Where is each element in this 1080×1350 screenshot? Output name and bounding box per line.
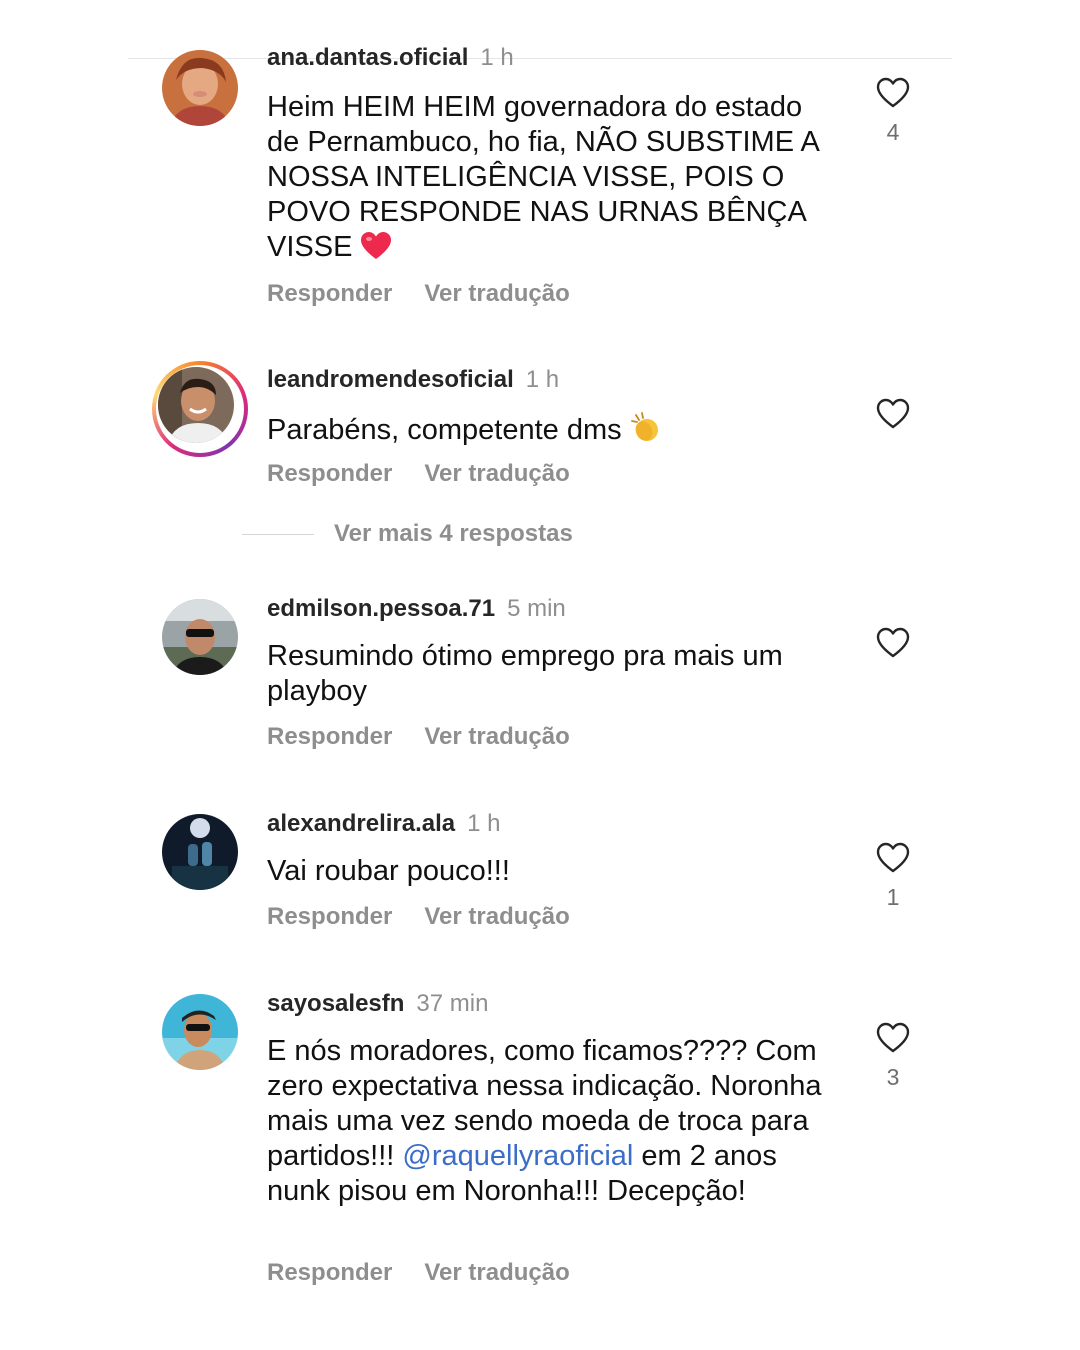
like-count: 1	[886, 884, 900, 910]
username[interactable]: sayosalesfn	[267, 990, 404, 1017]
replies-divider-line	[242, 534, 314, 535]
timestamp: 1 h	[480, 44, 514, 71]
avatar[interactable]	[162, 994, 238, 1070]
translate-button[interactable]: Ver tradução	[424, 280, 569, 307]
comment-actions: Responder Ver tradução	[267, 903, 602, 931]
comment-body: Heim HEIM HEIM governadora do estado de …	[267, 91, 819, 263]
timestamp: 1 h	[467, 810, 501, 837]
comment-actions: Responder Ver tradução	[267, 280, 602, 308]
avatar[interactable]	[162, 50, 238, 126]
comment-text: E nós moradores, como ficamos???? Com ze…	[267, 1034, 837, 1209]
comment-meta: alexandrelira.ala 1 h	[267, 810, 501, 838]
username[interactable]: leandromendesoficial	[267, 366, 514, 393]
timestamp: 37 min	[416, 990, 489, 1017]
heart-outline-icon[interactable]	[876, 842, 910, 874]
timestamp: 5 min	[507, 595, 566, 622]
comment-body: Parabéns, competente dms	[267, 414, 622, 446]
avatar-story-ring[interactable]	[152, 361, 248, 457]
reply-button[interactable]: Responder	[267, 723, 392, 750]
heart-outline-icon[interactable]	[876, 77, 910, 109]
heart-outline-icon[interactable]	[876, 1022, 910, 1054]
avatar	[158, 367, 234, 443]
heart-outline-icon[interactable]	[876, 627, 910, 659]
comment-actions: Responder Ver tradução	[267, 460, 602, 488]
timestamp: 1 h	[525, 366, 560, 393]
username[interactable]: edmilson.pessoa.71	[267, 595, 495, 622]
like-control: 3	[873, 1022, 913, 1091]
reply-button[interactable]: Responder	[267, 460, 392, 487]
like-count: 3	[886, 1064, 900, 1090]
comment-actions: Responder Ver tradução	[267, 1259, 602, 1287]
avatar[interactable]	[162, 599, 238, 675]
comment-text: Parabéns, competente dms	[267, 411, 837, 452]
clapping-hands-emoji	[630, 411, 662, 452]
reply-button[interactable]: Responder	[267, 280, 392, 307]
reply-button[interactable]: Responder	[267, 1259, 392, 1286]
comment-meta: ana.dantas.oficial 1 h	[267, 44, 514, 72]
heart-outline-icon[interactable]	[876, 398, 910, 430]
translate-button[interactable]: Ver tradução	[424, 903, 569, 930]
mention-link[interactable]: @raquellyraoficial	[402, 1140, 633, 1172]
translate-button[interactable]: Ver tradução	[424, 460, 569, 487]
reply-button[interactable]: Responder	[267, 903, 392, 930]
translate-button[interactable]: Ver tradução	[424, 723, 569, 750]
username[interactable]: alexandrelira.ala	[267, 810, 455, 837]
username[interactable]: ana.dantas.oficial	[267, 44, 468, 71]
like-count: 4	[886, 119, 900, 145]
avatar[interactable]	[162, 814, 238, 890]
comment-text: Heim HEIM HEIM governadora do estado de …	[267, 90, 837, 269]
comment-actions: Responder Ver tradução	[267, 723, 602, 751]
comment-text: Resumindo ótimo emprego pra mais um play…	[267, 640, 783, 707]
comment-meta: leandromendesoficial 1 h	[267, 366, 559, 394]
translate-button[interactable]: Ver tradução	[424, 1259, 569, 1286]
top-divider	[128, 58, 952, 59]
red-heart-emoji	[360, 232, 391, 269]
like-control	[873, 627, 913, 659]
like-control: 4	[873, 77, 913, 146]
comment-meta: edmilson.pessoa.71 5 min	[267, 595, 566, 623]
comment-text: Vai roubar pouco!!!	[267, 855, 510, 887]
like-control: 1	[873, 842, 913, 911]
comment-meta: sayosalesfn 37 min	[267, 990, 488, 1018]
view-more-replies-label[interactable]: Ver mais 4 respostas	[334, 520, 573, 548]
like-control	[873, 398, 913, 430]
